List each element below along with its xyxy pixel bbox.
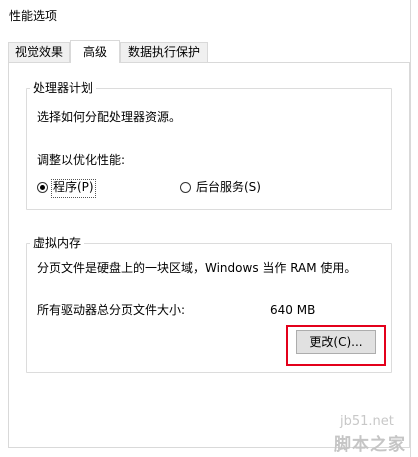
paging-file-size-value: 640 MB <box>270 303 316 317</box>
radio-background-services-indicator[interactable] <box>180 182 191 193</box>
processor-scheduling-legend: 处理器计划 <box>30 81 97 95</box>
radio-programs-indicator[interactable] <box>37 182 48 193</box>
radio-background-services-label[interactable]: 后台服务(S) <box>196 180 261 195</box>
optimize-performance-label: 调整以优化性能: <box>37 153 126 167</box>
watermark-site: jb51.net <box>340 414 394 429</box>
change-button[interactable]: 更改(C)... <box>296 330 376 354</box>
radio-programs-label[interactable]: 程序(P) <box>53 180 94 195</box>
virtual-memory-legend: 虚拟内存 <box>30 236 85 250</box>
tab-advanced[interactable]: 高级 <box>70 40 120 63</box>
virtual-memory-description: 分页文件是硬盘上的一块区域，Windows 当作 RAM 使用。 <box>37 261 357 275</box>
window-edge <box>410 0 411 457</box>
paging-file-size-label: 所有驱动器总分页文件大小: <box>37 303 186 317</box>
watermark-brand: 脚本之家 <box>334 435 406 455</box>
tab-data-execution-prevention[interactable]: 数据执行保护 <box>120 42 208 62</box>
tab-visual-effects[interactable]: 视觉效果 <box>8 42 70 62</box>
radio-selected-dot <box>40 185 45 190</box>
window-title: 性能选项 <box>9 9 58 23</box>
processor-scheduling-description: 选择如何分配处理器资源。 <box>37 110 182 124</box>
